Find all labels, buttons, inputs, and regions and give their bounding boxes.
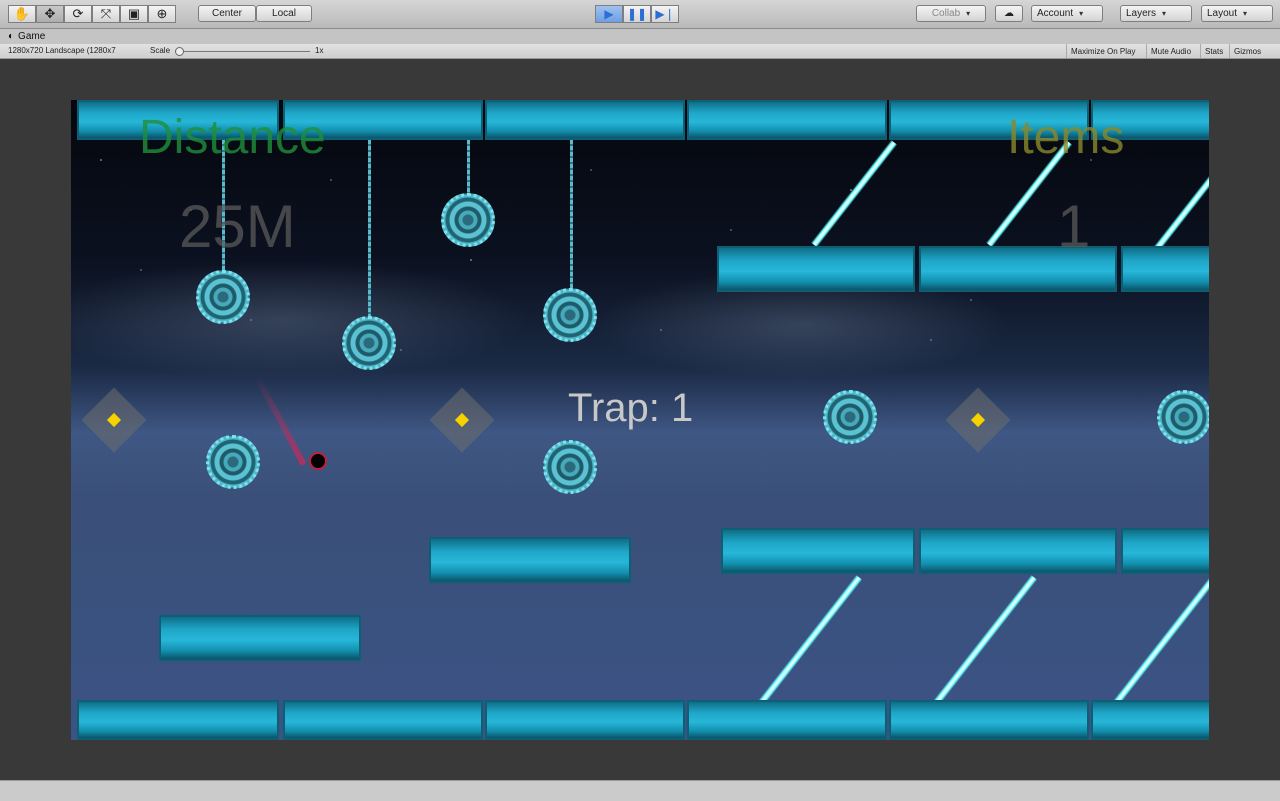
pivot-local-label: Local [272,8,296,19]
step-icon[interactable]: ▶❘ [651,5,679,23]
hand-icon[interactable]: ✋ [8,5,36,23]
ceiling-bar [485,100,685,140]
floor-bar [1091,700,1209,740]
chain [570,140,573,310]
move-icon[interactable]: ✥ [36,5,64,23]
resolution-dropdown[interactable]: 1280x720 Landscape (1280x7 [8,46,116,55]
saw-blade [342,316,396,370]
laser-beam [1112,575,1209,707]
platform-bar [919,528,1117,574]
scale-label: Scale [150,46,171,55]
platform-bar [1121,528,1209,574]
player-ball [309,452,327,470]
play-icon[interactable]: ▶ [595,5,623,23]
tab-game[interactable]: ◐ Game [0,29,68,44]
collab-dropdown[interactable]: Collab [916,5,986,22]
rotate-icon[interactable]: ⟳ [64,5,92,23]
saw-blade [196,270,250,324]
scale-icon[interactable]: ⤧ [92,5,120,23]
game-view[interactable]: Distance 25M Items 1 Trap: 1 [71,100,1209,740]
rect-icon[interactable]: ▣ [120,5,148,23]
saw-blade [823,390,877,444]
trap-counter: Trap: 1 [568,386,694,430]
saw-blade [1157,390,1209,444]
distance-label: Distance [139,111,326,164]
pivot-center-label: Center [211,8,242,19]
floor-bar [485,700,685,740]
saw-blade [206,435,260,489]
platform-bar [1121,246,1209,292]
collab-label: Collab [931,8,961,19]
game-tab-icon: ◐ [8,31,15,42]
game-control-bar: 1280x720 Landscape (1280x7 Scale 1x Maxi… [0,44,1280,59]
saw-blade [543,440,597,494]
scale-slider-thumb[interactable] [175,47,184,56]
platform-bar [721,528,915,574]
game-tab-label: Game [18,31,46,42]
scale-slider-track[interactable] [178,51,310,52]
stats-toggle[interactable]: Stats [1200,44,1227,58]
layers-dropdown[interactable]: Layers [1120,5,1192,22]
scale-value: 1x [315,46,324,55]
layers-label: Layers [1126,8,1157,19]
unity-toolbar: ✋ ✥ ⟳ ⤧ ▣ ⊕ Center Local ▶ ❚❚ ▶❘ Collab … [0,0,1280,29]
layout-dropdown[interactable]: Layout [1201,5,1273,22]
items-value: 1 [1057,193,1091,260]
pivot-local-button[interactable]: Local [256,5,312,22]
platform-bar [159,615,361,661]
distance-value: 25M [179,193,296,260]
pivot-center-button[interactable]: Center [198,5,256,22]
platform-bar [429,537,631,583]
laser-beam [757,575,863,707]
items-label: Items [1007,111,1125,164]
saw-blade [441,193,495,247]
ceiling-bar [687,100,887,140]
floor-bar [283,700,483,740]
saw-blade [543,288,597,342]
floor-bar [687,700,887,740]
floor-bar [77,700,279,740]
status-bar [0,780,1280,801]
chain [368,140,371,336]
transform-icon[interactable]: ⊕ [148,5,176,23]
platform-bar [717,246,915,292]
mute-audio-toggle[interactable]: Mute Audio [1146,44,1195,58]
gizmos-dropdown[interactable]: Gizmos [1229,44,1265,58]
tab-strip [0,29,1280,44]
floor-bar [889,700,1089,740]
pause-icon[interactable]: ❚❚ [623,5,651,23]
account-label: Account [1037,8,1074,19]
account-dropdown[interactable]: Account [1031,5,1103,22]
layout-label: Layout [1207,8,1238,19]
laser-beam [932,575,1038,707]
maximize-on-play-toggle[interactable]: Maximize On Play [1066,44,1139,58]
cloud-icon[interactable]: ☁ [995,5,1023,22]
